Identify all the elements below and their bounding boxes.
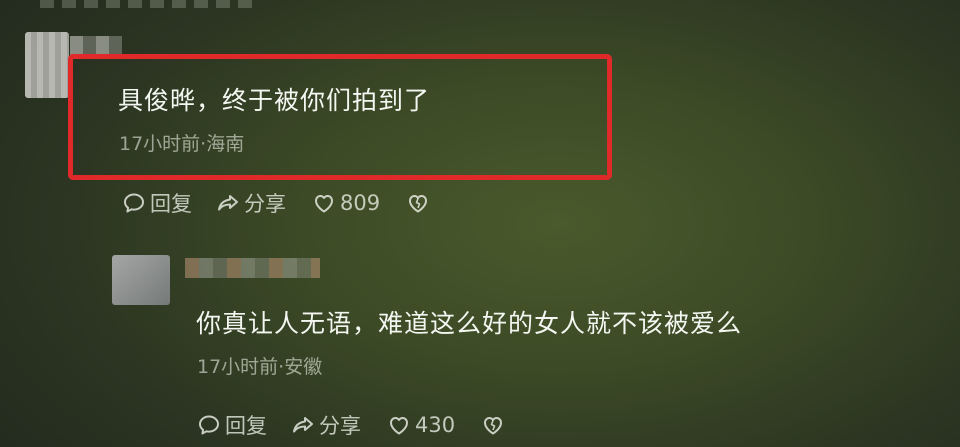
dislike-button[interactable] [481,413,509,437]
comment-bubble-icon [122,191,146,215]
like-count: 430 [415,413,456,437]
broken-heart-icon [406,191,430,215]
share-arrow-icon [291,413,315,437]
username-pixelated[interactable] [185,258,320,278]
blurred-previous-text [40,0,260,8]
avatar[interactable] [112,255,170,305]
heart-icon [387,413,411,437]
share-label: 分享 [319,414,361,438]
reply-label: 回复 [150,192,192,216]
reply-button[interactable]: 回复 [197,410,267,440]
share-button[interactable]: 分享 [216,188,286,218]
like-button[interactable]: 430 [387,413,455,437]
comment-bubble-icon [197,413,221,437]
share-arrow-icon [216,191,240,215]
reply-label: 回复 [225,414,267,438]
comment-text: 你真让人无语，难道这么好的女人就不该被爱么 [196,309,743,338]
share-label: 分享 [244,192,286,216]
avatar[interactable] [25,32,69,98]
share-button[interactable]: 分享 [291,410,361,440]
comment-meta: 17小时前·海南 [119,133,245,155]
like-button[interactable]: 809 [312,191,380,215]
comment-text: 具俊晔，终于被你们拍到了 [118,86,431,115]
like-count: 809 [340,191,381,215]
reply-button[interactable]: 回复 [122,188,192,218]
comment-meta: 17小时前·安徽 [197,356,323,378]
heart-icon [312,191,336,215]
comment-actions: 回复 分享 809 [122,188,434,218]
comment-actions: 回复 分享 430 [197,410,509,440]
dislike-button[interactable] [406,191,434,215]
broken-heart-icon [481,413,505,437]
previous-content-strip [0,0,960,12]
red-highlight-box [68,54,612,180]
